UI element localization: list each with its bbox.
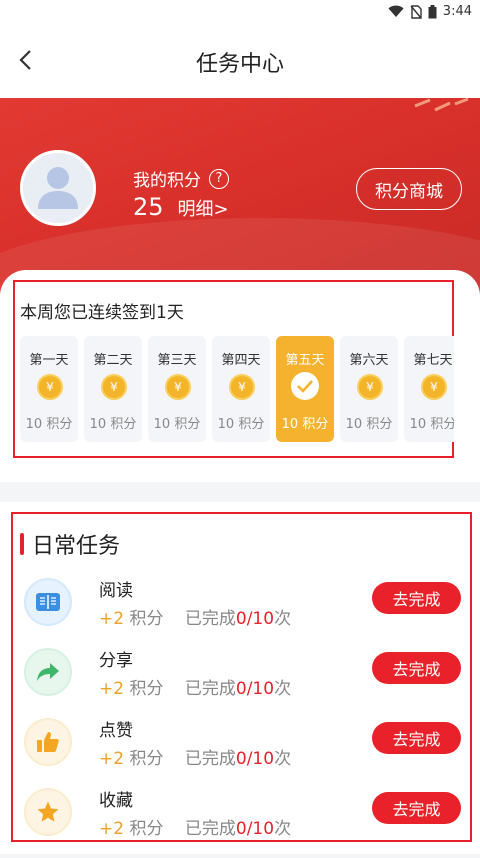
task-suffix: 次 (274, 609, 292, 629)
day-label: 第二天 (93, 353, 133, 368)
task-done-label: 已完成 (184, 609, 236, 629)
day-label: 第七天 (413, 353, 453, 368)
task-unit: 积分 (129, 679, 164, 699)
coin-icon: ¥ (165, 374, 191, 400)
task-name: 收藏 (99, 791, 133, 811)
checkmark-icon (291, 372, 319, 400)
top-nav-bar: 任务中心 (0, 24, 480, 98)
task-progress: 0/10 (235, 749, 275, 769)
wifi-icon (388, 5, 404, 17)
day-points: 10 积分 (281, 417, 329, 432)
day-label: 第六天 (349, 353, 389, 368)
coin-icon: ¥ (421, 374, 447, 400)
day-label: 第一天 (29, 353, 69, 368)
task-meta: +2 积分 已完成0/10次 (99, 674, 291, 699)
coin-icon: ¥ (357, 374, 383, 400)
task-unit: 积分 (129, 749, 164, 769)
task-unit: 积分 (129, 609, 164, 629)
star-icon (24, 788, 72, 836)
task-row-like: 点赞 +2 积分 已完成0/10次 去完成 (0, 718, 480, 788)
checkin-day-5[interactable]: 第五天 10 积分 (276, 336, 334, 442)
task-row-share: 分享 +2 积分 已完成0/10次 去完成 (0, 648, 480, 718)
avatar[interactable] (20, 150, 96, 226)
checkin-streak-text: 本周您已连续签到1天 (20, 303, 184, 323)
points-row: 25 明细> (133, 193, 229, 221)
task-row-read: 阅读 +2 积分 已完成0/10次 去完成 (0, 578, 480, 648)
task-reward: +2 (99, 819, 125, 839)
points-label-row: 我的积分 ? (133, 166, 229, 191)
task-suffix: 次 (274, 679, 292, 699)
day-points: 10 积分 (409, 417, 454, 432)
fireworks-decoration (414, 98, 469, 112)
task-done-label: 已完成 (184, 749, 236, 769)
task-go-button[interactable]: 去完成 (372, 792, 461, 824)
task-meta: +2 积分 已完成0/10次 (99, 814, 291, 839)
task-meta: +2 积分 已完成0/10次 (99, 744, 291, 769)
task-suffix: 次 (274, 819, 292, 839)
task-done-label: 已完成 (184, 679, 236, 699)
checkin-day-4[interactable]: 第四天 ¥ 10 积分 (212, 336, 270, 442)
day-points: 10 积分 (217, 417, 265, 432)
points-value: 25 (133, 193, 164, 221)
status-time: 3:44 (442, 4, 472, 19)
task-progress: 0/10 (235, 679, 275, 699)
daily-tasks-header: 日常任务 (20, 528, 120, 560)
checkin-day-7[interactable]: 第七天 ¥ 10 积分 (404, 336, 454, 442)
task-done-label: 已完成 (184, 819, 236, 839)
checkin-days-strip[interactable]: 第一天 ¥ 10 积分 第二天 ¥ 10 积分 第三天 ¥ 10 积分 第四天 … (20, 336, 454, 444)
coin-icon: ¥ (101, 374, 127, 400)
day-points: 10 积分 (89, 417, 137, 432)
task-name: 点赞 (99, 721, 133, 741)
thumbs-up-icon (24, 718, 72, 766)
day-label: 第四天 (221, 353, 261, 368)
task-reward: +2 (99, 679, 125, 699)
task-suffix: 次 (274, 749, 292, 769)
task-reward: +2 (99, 609, 125, 629)
task-name: 阅读 (99, 581, 133, 601)
battery-icon (428, 4, 437, 18)
task-progress: 0/10 (235, 819, 275, 839)
points-label: 我的积分 (133, 171, 201, 191)
task-unit: 积分 (129, 819, 164, 839)
checkin-day-3[interactable]: 第三天 ¥ 10 积分 (148, 336, 206, 442)
task-row-favorite: 收藏 +2 积分 已完成0/10次 去完成 (0, 788, 480, 858)
section-accent-bar (20, 533, 24, 555)
task-go-button[interactable]: 去完成 (372, 582, 461, 614)
share-arrow-icon (24, 648, 72, 696)
user-silhouette-icon (38, 167, 78, 209)
task-name: 分享 (99, 651, 133, 671)
checkin-day-2[interactable]: 第二天 ¥ 10 积分 (84, 336, 142, 442)
status-bar: 3:44 (0, 0, 480, 24)
points-mall-button[interactable]: 积分商城 (356, 168, 462, 210)
task-progress: 0/10 (235, 609, 275, 629)
no-sim-icon (410, 4, 422, 19)
points-detail-link[interactable]: 明细> (178, 195, 229, 221)
question-circle-icon[interactable]: ? (209, 168, 229, 189)
section-title: 日常任务 (32, 534, 121, 559)
day-points: 10 积分 (25, 417, 73, 432)
day-label: 第三天 (157, 353, 197, 368)
day-points: 10 积分 (153, 417, 201, 432)
coin-icon: ¥ (37, 374, 63, 400)
task-go-button[interactable]: 去完成 (372, 722, 461, 754)
book-icon (24, 578, 72, 626)
checkin-day-1[interactable]: 第一天 ¥ 10 积分 (20, 336, 78, 442)
coin-icon: ¥ (229, 374, 255, 400)
task-meta: +2 积分 已完成0/10次 (99, 604, 291, 629)
page-title: 任务中心 (195, 52, 284, 77)
checkin-day-6[interactable]: 第六天 ¥ 10 积分 (340, 336, 398, 442)
day-label: 第五天 (285, 353, 325, 368)
task-go-button[interactable]: 去完成 (372, 652, 461, 684)
task-reward: +2 (99, 749, 125, 769)
day-points: 10 积分 (345, 417, 393, 432)
